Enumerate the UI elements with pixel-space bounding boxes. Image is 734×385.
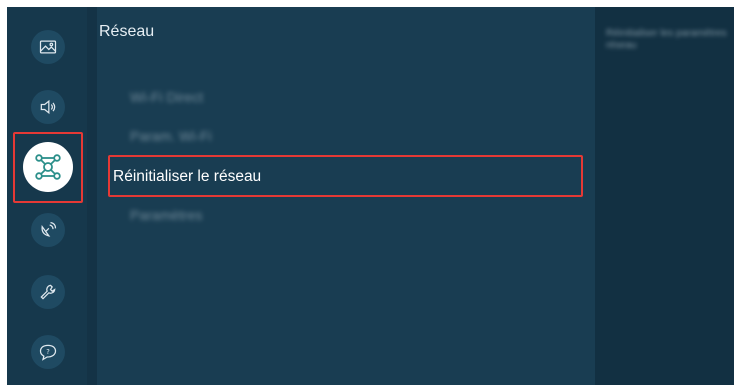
network-sidebar-highlight xyxy=(13,132,83,203)
sidebar-item-broadcast[interactable] xyxy=(31,213,65,247)
svg-text:?: ? xyxy=(46,348,50,356)
description-line-2: réseau xyxy=(606,40,637,51)
sidebar-item-support[interactable] xyxy=(31,275,65,309)
picture-icon xyxy=(39,40,57,54)
menu-item-settings[interactable]: Paramètres xyxy=(130,207,202,223)
sound-icon xyxy=(40,99,56,115)
description-line-1: Réinitialiser les paramètres xyxy=(606,28,727,39)
description-panel xyxy=(595,7,734,385)
reset-network-highlight xyxy=(108,155,583,197)
menu-item-wifi-settings[interactable]: Param. Wi-Fi xyxy=(130,128,212,144)
broadcast-icon xyxy=(41,221,57,237)
sidebar-item-picture[interactable] xyxy=(31,30,65,64)
menu-item-wifi-direct[interactable]: Wi-Fi Direct xyxy=(130,89,203,105)
support-wrench-icon xyxy=(40,284,56,300)
sidebar-item-help[interactable]: ? xyxy=(31,335,65,369)
page-title: Réseau xyxy=(99,23,155,40)
help-chat-icon: ? xyxy=(39,344,57,361)
sidebar-item-sound[interactable] xyxy=(31,90,65,124)
sidebar-divider xyxy=(87,7,97,385)
